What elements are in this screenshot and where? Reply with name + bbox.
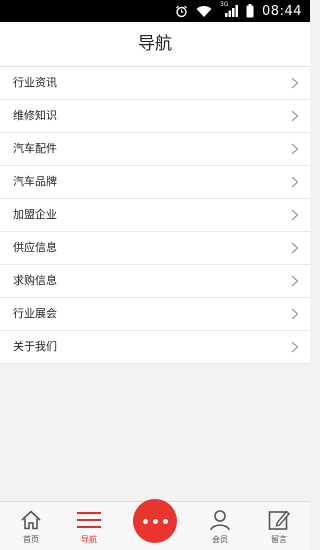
menu-item-purchase-info[interactable]: 求购信息: [0, 265, 310, 298]
chevron-right-icon: [291, 176, 299, 188]
tab-label: 留言: [271, 535, 287, 544]
menu-item-supply-info[interactable]: 供应信息: [0, 232, 310, 265]
clock: 08:44: [262, 3, 302, 19]
chevron-right-icon: [291, 77, 299, 89]
menu-item-label: 行业展会: [13, 307, 57, 320]
bottom-tab-bar: 首页 导航 会员 留言: [0, 499, 310, 550]
menu-item-label: 求购信息: [13, 274, 57, 287]
menu-item-about-us[interactable]: 关于我们: [0, 331, 310, 364]
menu-item-label: 汽车品牌: [13, 175, 57, 188]
network-type: 3G: [220, 1, 229, 8]
more-dot-icon: [162, 518, 168, 524]
edit-icon: [268, 510, 290, 530]
user-icon: [210, 510, 230, 531]
menu-item-label: 汽车配件: [13, 142, 57, 155]
chevron-right-icon: [291, 308, 299, 320]
menu-item-label: 供应信息: [13, 241, 57, 254]
menu-item-car-brands[interactable]: 汽车品牌: [0, 166, 310, 199]
menu-item-repair-knowledge[interactable]: 维修知识: [0, 100, 310, 133]
tab-label: 会员: [212, 535, 228, 544]
menu-item-exhibitions[interactable]: 行业展会: [0, 298, 310, 331]
tab-label: 首页: [23, 535, 39, 544]
more-dot-icon: [152, 518, 158, 524]
tab-label: 导航: [81, 535, 97, 544]
tab-home[interactable]: 首页: [0, 502, 62, 550]
alarm-icon: [176, 5, 187, 17]
menu-item-label: 关于我们: [13, 340, 57, 353]
status-bar: 3G 08:44: [0, 0, 310, 22]
page-title: 导航: [0, 22, 310, 67]
chevron-right-icon: [291, 209, 299, 221]
menu-item-label: 行业资讯: [13, 76, 57, 89]
menu-item-franchise-companies[interactable]: 加盟企业: [0, 199, 310, 232]
battery-icon: [246, 4, 254, 18]
menu-item-label: 加盟企业: [13, 208, 57, 221]
chevron-right-icon: [291, 341, 299, 353]
menu-item-label: 维修知识: [13, 109, 57, 122]
more-button[interactable]: [133, 499, 177, 543]
tab-message[interactable]: 留言: [248, 502, 310, 550]
more-dot-icon: [142, 518, 148, 524]
wifi-icon: [196, 6, 212, 17]
navigation-menu: 行业资讯 维修知识 汽车配件 汽车品牌 加盟企业 供应信息 求购信息 行业展会 …: [0, 67, 310, 364]
chevron-right-icon: [291, 143, 299, 155]
tab-navigation[interactable]: 导航: [58, 502, 120, 550]
home-icon: [21, 510, 41, 530]
menu-item-auto-parts[interactable]: 汽车配件: [0, 133, 310, 166]
menu-icon: [77, 512, 101, 528]
signal-icon: 3G: [220, 1, 239, 18]
menu-item-industry-news[interactable]: 行业资讯: [0, 67, 310, 100]
chevron-right-icon: [291, 275, 299, 287]
chevron-right-icon: [291, 242, 299, 254]
tab-member[interactable]: 会员: [189, 502, 251, 550]
chevron-right-icon: [291, 110, 299, 122]
